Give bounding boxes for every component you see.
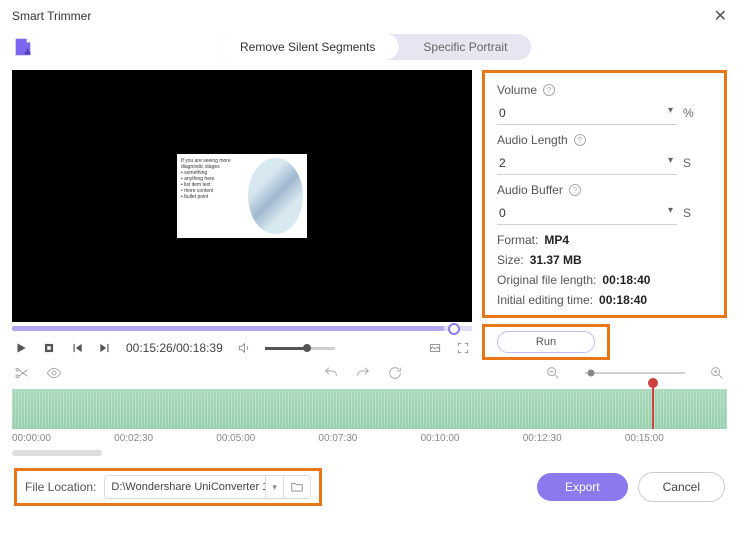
volume-icon[interactable]: [237, 341, 251, 355]
init-time-label: Initial editing time:: [497, 293, 593, 307]
zoom-slider[interactable]: [585, 372, 685, 374]
refresh-icon[interactable]: [387, 365, 403, 381]
tab-specific-portrait[interactable]: Specific Portrait: [399, 34, 531, 60]
orig-len-value: 00:18:40: [602, 273, 650, 287]
audio-length-unit: S: [683, 156, 691, 170]
help-icon[interactable]: ?: [569, 184, 581, 196]
file-location-path[interactable]: D:\Wondershare UniConverter 1: [105, 481, 265, 493]
stop-icon[interactable]: [42, 341, 56, 355]
help-icon[interactable]: ?: [574, 134, 586, 146]
size-label: Size:: [497, 253, 524, 267]
eye-icon[interactable]: [46, 365, 62, 381]
audio-length-label: Audio Length: [497, 133, 568, 147]
play-icon[interactable]: [14, 341, 28, 355]
audio-buffer-label: Audio Buffer: [497, 183, 563, 197]
size-value: 31.37 MB: [530, 253, 582, 267]
zoom-out-icon[interactable]: [545, 365, 561, 381]
video-frame-content: If you are seeing morediagnostic stages•…: [177, 154, 307, 238]
seek-slider[interactable]: [12, 326, 472, 331]
init-time-value: 00:18:40: [599, 293, 647, 307]
file-location-dropdown[interactable]: ▾: [265, 476, 284, 498]
playhead[interactable]: [652, 383, 654, 429]
orig-len-label: Original file length:: [497, 273, 596, 287]
volume-label: Volume: [497, 83, 537, 97]
help-icon[interactable]: ?: [543, 84, 555, 96]
audio-buffer-unit: S: [683, 206, 691, 220]
next-icon[interactable]: [98, 341, 112, 355]
time-display: 00:15:26/00:18:39: [126, 341, 223, 355]
fullscreen-icon[interactable]: [456, 341, 470, 355]
timeline-scrollbar[interactable]: [12, 450, 102, 456]
tab-remove-silent[interactable]: Remove Silent Segments: [216, 34, 399, 60]
export-button[interactable]: Export: [537, 473, 628, 501]
redo-icon[interactable]: [355, 365, 371, 381]
folder-icon[interactable]: [284, 480, 310, 494]
scissors-icon[interactable]: [14, 365, 30, 381]
undo-icon[interactable]: [323, 365, 339, 381]
window-title: Smart Trimmer: [12, 9, 91, 23]
settings-panel: Volume? % Audio Length? S Audio Buffer? …: [482, 70, 727, 318]
audio-buffer-input[interactable]: [497, 201, 677, 225]
volume-slider[interactable]: [265, 347, 335, 350]
format-label: Format:: [497, 233, 538, 247]
zoom-in-icon[interactable]: [709, 365, 725, 381]
time-ruler: 00:00:0000:02:3000:05:0000:07:3000:10:00…: [12, 429, 727, 448]
close-icon[interactable]: ✕: [714, 6, 727, 26]
file-location-highlight: File Location: D:\Wondershare UniConvert…: [14, 468, 322, 506]
audio-length-input[interactable]: [497, 151, 677, 175]
waveform[interactable]: [12, 389, 727, 429]
snapshot-icon[interactable]: [428, 341, 442, 355]
prev-icon[interactable]: [70, 341, 84, 355]
mode-tabs: Remove Silent Segments Specific Portrait: [216, 34, 531, 60]
cancel-button[interactable]: Cancel: [638, 472, 725, 502]
run-button[interactable]: Run: [497, 331, 595, 353]
volume-input[interactable]: [497, 101, 677, 125]
run-highlight: Run: [482, 324, 610, 360]
file-location-label: File Location:: [25, 480, 96, 494]
video-preview: If you are seeing morediagnostic stages•…: [12, 70, 472, 322]
format-value: MP4: [544, 233, 569, 247]
app-logo-icon: [12, 36, 34, 58]
volume-unit: %: [683, 106, 694, 120]
